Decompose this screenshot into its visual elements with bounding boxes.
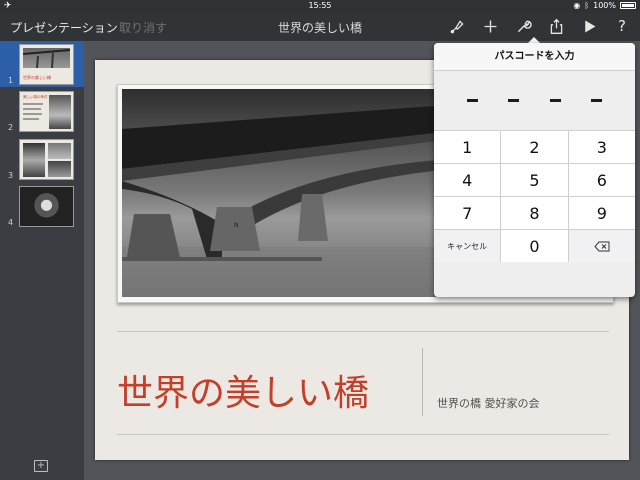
slide-thumbnail-4[interactable]: 4 bbox=[0, 183, 84, 229]
key-0[interactable]: 0 bbox=[500, 230, 568, 262]
key-4[interactable]: 4 bbox=[434, 164, 501, 196]
status-right: ◉ ᛒ 100% bbox=[573, 1, 636, 10]
key-6[interactable]: 6 bbox=[567, 164, 635, 196]
key-1[interactable]: 1 bbox=[434, 131, 501, 163]
keypad-row: 4 5 6 bbox=[434, 163, 635, 196]
slide-preview: 美しい橋の条件 bbox=[19, 91, 74, 132]
status-time: 15:55 bbox=[308, 1, 332, 10]
key-7[interactable]: 7 bbox=[434, 197, 501, 229]
toolbar-icons: ? bbox=[447, 16, 632, 36]
cancel-button[interactable]: キャンセル bbox=[434, 230, 501, 262]
vertical-divider bbox=[422, 348, 423, 416]
passcode-digit-2 bbox=[508, 98, 520, 102]
slide-thumbnail-2[interactable]: 2 美しい橋の条件 bbox=[0, 88, 84, 134]
key-2[interactable]: 2 bbox=[500, 131, 568, 163]
location-icon: ◉ bbox=[573, 1, 581, 10]
key-9[interactable]: 9 bbox=[567, 197, 635, 229]
keypad-row: 7 8 9 bbox=[434, 196, 635, 229]
slide-preview: 世界の美しい橋 bbox=[19, 44, 74, 85]
thumb-title: 世界の美しい橋 bbox=[23, 75, 51, 80]
keypad-row: 1 2 3 bbox=[434, 130, 635, 163]
slide-title[interactable]: 世界の美しい橋 bbox=[117, 364, 369, 416]
battery-percent: 100% bbox=[593, 1, 616, 10]
bluetooth-icon: ᛒ bbox=[584, 1, 590, 10]
toolbar: プレゼンテーション 取り消す 世界の美しい橋 ? bbox=[0, 13, 640, 41]
key-3[interactable]: 3 bbox=[567, 131, 635, 163]
slide-navigator: 1 世界の美しい橋 2 美しい橋の条件 3 4 + bbox=[0, 41, 84, 480]
key-5[interactable]: 5 bbox=[500, 164, 568, 196]
passcode-popover: パスコードを入力 1 2 3 4 5 6 7 8 9 キャンセル 0 bbox=[434, 43, 635, 297]
slide-preview bbox=[19, 139, 74, 180]
share-icon[interactable] bbox=[546, 16, 566, 36]
passcode-digits bbox=[434, 71, 635, 129]
passcode-digit-3 bbox=[549, 98, 561, 102]
key-8[interactable]: 8 bbox=[500, 197, 568, 229]
passcode-digit-4 bbox=[590, 98, 602, 102]
slide-preview bbox=[19, 186, 74, 227]
wrench-icon[interactable] bbox=[513, 16, 533, 36]
add-icon[interactable] bbox=[480, 16, 500, 36]
passcode-header: パスコードを入力 bbox=[434, 43, 635, 71]
divider-bottom bbox=[117, 434, 609, 435]
format-brush-icon[interactable] bbox=[447, 16, 467, 36]
photo-caption: N bbox=[234, 222, 239, 229]
battery-icon bbox=[620, 2, 636, 9]
play-icon[interactable] bbox=[579, 16, 599, 36]
help-icon[interactable]: ? bbox=[612, 16, 632, 36]
slide-number: 2 bbox=[8, 123, 14, 132]
keypad-row: キャンセル 0 bbox=[434, 229, 635, 262]
slide-number: 4 bbox=[8, 218, 14, 227]
add-slide-button[interactable]: + bbox=[34, 460, 48, 472]
slide-thumbnail-1[interactable]: 1 世界の美しい橋 bbox=[0, 41, 84, 87]
divider-top bbox=[117, 331, 609, 332]
slide-number: 3 bbox=[8, 171, 14, 180]
slide-subtitle[interactable]: 世界の橋 愛好家の会 bbox=[437, 395, 540, 411]
slide-thumbnail-3[interactable]: 3 bbox=[0, 136, 84, 182]
passcode-digit-1 bbox=[467, 98, 479, 102]
thumb-title: 美しい橋の条件 bbox=[23, 95, 48, 99]
backspace-icon bbox=[594, 241, 610, 251]
status-bar: ✈ 15:55 ◉ ᛒ 100% bbox=[0, 0, 640, 13]
passcode-keypad: 1 2 3 4 5 6 7 8 9 キャンセル 0 bbox=[434, 130, 635, 262]
delete-button[interactable] bbox=[567, 230, 635, 262]
slide-number: 1 bbox=[8, 76, 14, 85]
